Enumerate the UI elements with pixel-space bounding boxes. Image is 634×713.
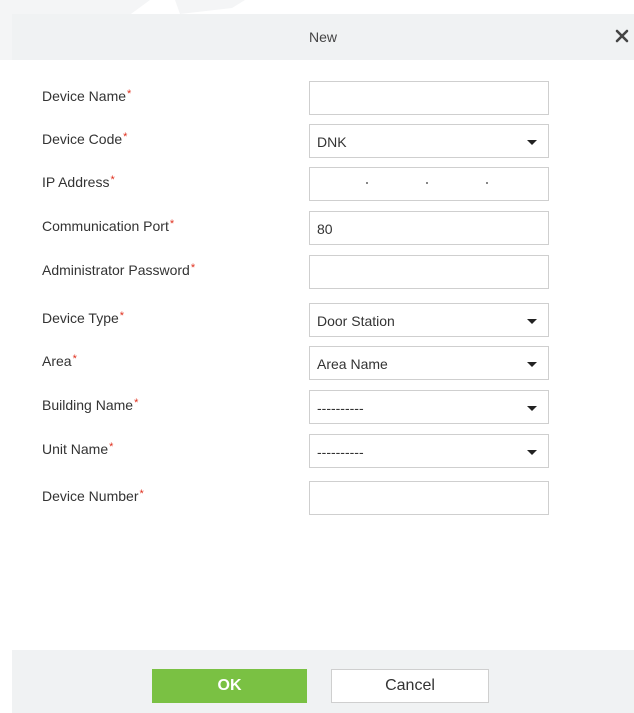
communication-port-value: 80 bbox=[317, 221, 333, 237]
administrator-password-row: Administrator Password* bbox=[0, 255, 634, 291]
ip-address-row: IP Address* bbox=[0, 167, 634, 203]
building-name-row: Building Name* ---------- bbox=[0, 390, 634, 426]
dialog-footer bbox=[12, 650, 634, 713]
area-row: Area* Area Name bbox=[0, 346, 634, 382]
administrator-password-input[interactable] bbox=[309, 255, 549, 289]
dialog-header: New bbox=[12, 14, 634, 60]
device-number-input[interactable] bbox=[309, 481, 549, 515]
chevron-down-icon bbox=[527, 140, 537, 145]
ok-button[interactable]: OK bbox=[152, 669, 307, 703]
building-name-value: ---------- bbox=[317, 400, 364, 416]
area-value: Area Name bbox=[317, 356, 388, 372]
close-icon bbox=[615, 29, 629, 43]
device-name-label: Device Name* bbox=[42, 88, 132, 104]
ip-separator bbox=[426, 182, 428, 184]
ip-separator bbox=[366, 182, 368, 184]
ip-separator bbox=[486, 182, 488, 184]
chevron-down-icon bbox=[527, 319, 537, 324]
unit-name-value: ---------- bbox=[317, 444, 364, 460]
area-label: Area* bbox=[42, 353, 77, 369]
communication-port-label: Communication Port* bbox=[42, 218, 175, 234]
unit-name-label: Unit Name* bbox=[42, 441, 114, 457]
building-name-select[interactable]: ---------- bbox=[309, 390, 549, 424]
device-name-row: Device Name* bbox=[0, 81, 634, 117]
communication-port-input[interactable]: 80 bbox=[309, 211, 549, 245]
device-code-label: Device Code* bbox=[42, 131, 128, 147]
device-type-select[interactable]: Door Station bbox=[309, 303, 549, 337]
device-type-row: Device Type* Door Station bbox=[0, 303, 634, 339]
device-number-label: Device Number* bbox=[42, 488, 144, 504]
building-name-label: Building Name* bbox=[42, 397, 139, 413]
device-type-label: Device Type* bbox=[42, 310, 125, 326]
new-device-dialog: New Device Name* Device Code* DNK IP Add… bbox=[0, 0, 634, 713]
unit-name-select[interactable]: ---------- bbox=[309, 434, 549, 468]
chevron-down-icon bbox=[527, 450, 537, 455]
dialog-title: New bbox=[308, 29, 337, 45]
cancel-button[interactable]: Cancel bbox=[331, 669, 489, 703]
device-code-row: Device Code* DNK bbox=[0, 124, 634, 160]
chevron-down-icon bbox=[527, 406, 537, 411]
device-type-value: Door Station bbox=[317, 313, 395, 329]
close-button[interactable] bbox=[612, 26, 632, 46]
device-number-row: Device Number* bbox=[0, 481, 634, 517]
area-select[interactable]: Area Name bbox=[309, 346, 549, 380]
administrator-password-label: Administrator Password* bbox=[42, 262, 196, 278]
communication-port-row: Communication Port* 80 bbox=[0, 211, 634, 247]
device-code-value: DNK bbox=[317, 134, 347, 150]
chevron-down-icon bbox=[527, 362, 537, 367]
ip-address-label: IP Address* bbox=[42, 174, 115, 190]
device-code-select[interactable]: DNK bbox=[309, 124, 549, 158]
device-name-input[interactable] bbox=[309, 81, 549, 115]
ip-address-input[interactable] bbox=[309, 167, 549, 201]
unit-name-row: Unit Name* ---------- bbox=[0, 434, 634, 470]
